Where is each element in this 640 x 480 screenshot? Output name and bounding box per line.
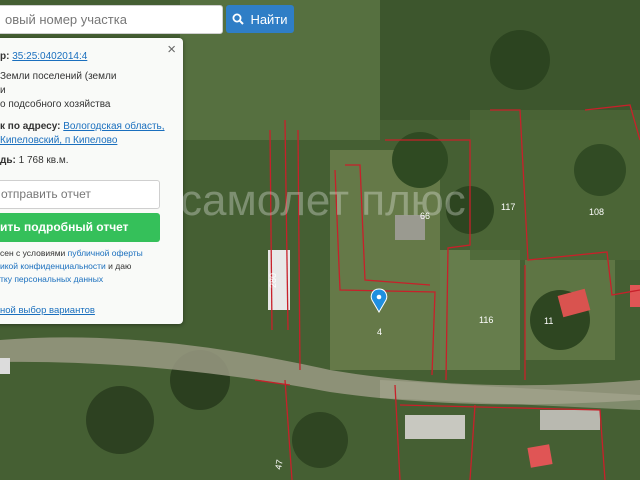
area-value: 1 768 кв.м. (18, 155, 69, 166)
plot-label-4: 4 (377, 327, 382, 337)
plot-label-108: 108 (589, 207, 604, 217)
offer-link[interactable]: публичной оферты (68, 248, 143, 258)
plot-label-117: 117 (501, 202, 515, 212)
search-button-label: Найти (250, 11, 288, 27)
address-link-2[interactable]: Кипеловский, п Кипелово (0, 135, 117, 146)
parcel-info-panel: × р: 35:25:0402014:4 Земли поселений (зе… (0, 38, 183, 324)
map-watermark: самолет плюс (180, 176, 466, 225)
variants-link[interactable]: ной выбор вариантов (0, 305, 95, 316)
consent-text-2: и даю (105, 261, 132, 271)
privacy-policy-link[interactable]: икой конфиденциальности (0, 261, 106, 271)
plot-label-47: 47 (273, 459, 285, 471)
get-report-button[interactable]: ить подробный отчет (0, 213, 160, 242)
cadastral-number-link[interactable]: 35:25:0402014:4 (12, 51, 87, 62)
category-line-3: о подсобного хозяйства (0, 99, 111, 110)
close-icon[interactable]: × (167, 41, 176, 58)
plot-label-280: 280 (268, 273, 278, 288)
search-icon (232, 13, 245, 25)
report-email-input[interactable]: отправить отчет (0, 180, 160, 209)
category-line-2: и (0, 85, 6, 96)
category-line-1: Земли поселений (земли (0, 71, 117, 82)
personal-data-link[interactable]: тку персональных данных (0, 274, 103, 284)
consent-text: сен с условиями публичной оферты икой ко… (0, 247, 170, 286)
plot-label-116: 116 (479, 315, 493, 325)
search-button[interactable]: Найти (226, 5, 294, 33)
address-row: к по адресу: Вологодская область, (0, 120, 165, 133)
consent-text-1: сен с условиями (0, 248, 68, 258)
address-link-1[interactable]: Вологодская область, (63, 121, 164, 132)
cadastral-row: р: 35:25:0402014:4 (0, 50, 87, 63)
search-field[interactable] (0, 5, 223, 34)
cadastral-label: р: (0, 51, 10, 62)
area-row: дь: 1 768 кв.м. (0, 154, 69, 167)
address-label: к по адресу: (0, 121, 61, 132)
plot-label-11: 11 (544, 316, 553, 326)
search-input[interactable] (0, 6, 222, 33)
area-label: дь: (0, 155, 16, 166)
